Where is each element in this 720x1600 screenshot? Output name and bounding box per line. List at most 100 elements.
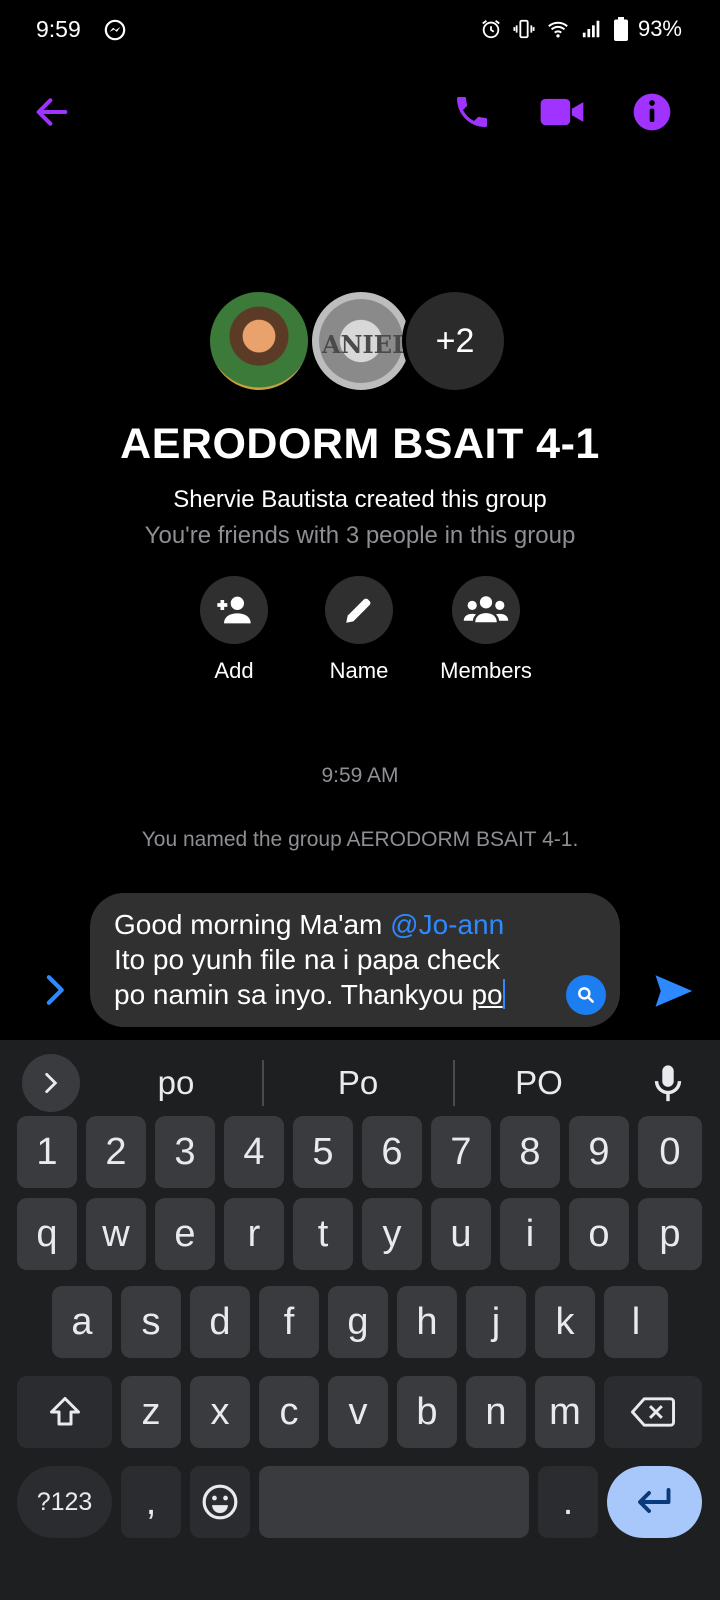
space-key[interactable] (259, 1466, 529, 1538)
lookup-button[interactable] (566, 975, 606, 1015)
group-created-by: Shervie Bautista created this group (173, 486, 547, 513)
member-avatar (206, 288, 312, 394)
message-line2: Ito po yunh file na i papa check (114, 944, 501, 975)
phone-icon (457, 97, 487, 127)
key-t[interactable]: t (293, 1198, 353, 1270)
key-o[interactable]: o (569, 1198, 629, 1270)
emoji-icon (202, 1484, 238, 1520)
key-j[interactable]: j (466, 1286, 526, 1358)
key-e[interactable]: e (155, 1198, 215, 1270)
symbols-key[interactable]: ?123 (17, 1466, 112, 1538)
battery-percent: 93% (637, 16, 682, 41)
key-n[interactable]: n (466, 1376, 526, 1448)
key-u[interactable]: u (431, 1198, 491, 1270)
key-7[interactable]: 7 (431, 1116, 491, 1188)
suggestion-divider (262, 1060, 264, 1106)
shift-icon (49, 1397, 80, 1426)
message-line3: po namin sa inyo. Thankyou (114, 979, 472, 1010)
key-9[interactable]: 9 (569, 1116, 629, 1188)
key-0[interactable]: 0 (638, 1116, 702, 1188)
text-cursor (502, 979, 505, 1009)
key-4[interactable]: 4 (224, 1116, 284, 1188)
vibrate-icon (513, 19, 535, 39)
chat-top-bar (0, 78, 720, 148)
typed-word: po (471, 979, 503, 1010)
search-icon (578, 987, 594, 1003)
pencil-icon (346, 598, 371, 623)
emoji-key[interactable] (190, 1466, 250, 1538)
key-y[interactable]: y (362, 1198, 422, 1270)
period-key[interactable]: . (538, 1466, 598, 1538)
key-p[interactable]: p (638, 1198, 702, 1270)
name-label: Name (329, 658, 389, 683)
add-member-button[interactable]: Add (169, 576, 299, 684)
key-m[interactable]: m (535, 1376, 595, 1448)
suggestion-1[interactable]: po (106, 1064, 246, 1102)
key-c[interactable]: c (259, 1376, 319, 1448)
shift-key[interactable] (17, 1376, 112, 1448)
key-q[interactable]: q (17, 1198, 77, 1270)
message-timestamp: 9:59 AM (321, 764, 399, 787)
battery-icon (613, 17, 628, 41)
message-input-text[interactable]: Good morning Ma'am @Jo-ann Ito po yunh f… (114, 907, 544, 1012)
key-r[interactable]: r (224, 1198, 284, 1270)
messenger-notification-icon (104, 19, 126, 41)
key-g[interactable]: g (328, 1286, 388, 1358)
suggestion-3[interactable]: PO (469, 1064, 609, 1102)
key-k[interactable]: k (535, 1286, 595, 1358)
key-6[interactable]: 6 (362, 1116, 422, 1188)
key-d[interactable]: d (190, 1286, 250, 1358)
member-avatar: ANIEL'S (308, 288, 414, 394)
suggestion-divider (453, 1060, 455, 1106)
key-l[interactable]: l (604, 1286, 668, 1358)
send-icon (655, 975, 693, 1007)
key-a[interactable]: a (52, 1286, 112, 1358)
members-button[interactable]: Members (421, 576, 551, 684)
video-camera-icon (540, 98, 584, 126)
enter-key[interactable] (607, 1466, 702, 1538)
key-3[interactable]: 3 (155, 1116, 215, 1188)
avatar-logo-text: ANIEL'S (322, 330, 410, 359)
key-h[interactable]: h (397, 1286, 457, 1358)
comma-key[interactable]: , (121, 1466, 181, 1538)
send-button[interactable] (648, 966, 698, 1016)
key-i[interactable]: i (500, 1198, 560, 1270)
key-2[interactable]: 2 (86, 1116, 146, 1188)
voice-input-button[interactable] (646, 1058, 690, 1110)
more-members-avatar: +2 (402, 288, 508, 394)
key-z[interactable]: z (121, 1376, 181, 1448)
key-f[interactable]: f (259, 1286, 319, 1358)
key-5[interactable]: 5 (293, 1116, 353, 1188)
key-v[interactable]: v (328, 1376, 388, 1448)
group-avatars[interactable]: ANIEL'S +2 (0, 288, 720, 398)
message-line1: Good morning Ma'am (114, 909, 391, 940)
key-8[interactable]: 8 (500, 1116, 560, 1188)
voice-call-button[interactable] (444, 84, 500, 140)
add-person-icon-wrap (200, 576, 268, 644)
key-w[interactable]: w (86, 1198, 146, 1270)
key-s[interactable]: s (121, 1286, 181, 1358)
status-icons: 93% (480, 16, 682, 42)
info-button[interactable] (624, 84, 680, 140)
wifi-icon (548, 21, 568, 38)
system-message: You named the group AERODORM BSAIT 4-1. (141, 828, 579, 851)
key-x[interactable]: x (190, 1376, 250, 1448)
add-person-icon (217, 596, 251, 624)
rename-group-button[interactable]: Name (294, 576, 424, 684)
pencil-icon-wrap (325, 576, 393, 644)
people-icon-wrap (452, 576, 520, 644)
keyboard-toolbar-expand-button[interactable] (22, 1054, 80, 1112)
group-title: AERODORM BSAIT 4-1 (120, 420, 600, 468)
key-1[interactable]: 1 (17, 1116, 77, 1188)
members-label: Members (440, 658, 532, 683)
backspace-key[interactable] (604, 1376, 702, 1448)
back-button[interactable] (24, 84, 80, 140)
expand-actions-button[interactable] (36, 966, 76, 1014)
video-call-button[interactable] (534, 84, 590, 140)
key-b[interactable]: b (397, 1376, 457, 1448)
mutual-friends-line: You're friends with 3 people in this gro… (144, 522, 576, 549)
add-label: Add (214, 658, 254, 683)
message-input[interactable]: Good morning Ma'am @Jo-ann Ito po yunh f… (90, 893, 620, 1027)
suggestion-2[interactable]: Po (288, 1064, 428, 1102)
backspace-icon (631, 1397, 675, 1427)
